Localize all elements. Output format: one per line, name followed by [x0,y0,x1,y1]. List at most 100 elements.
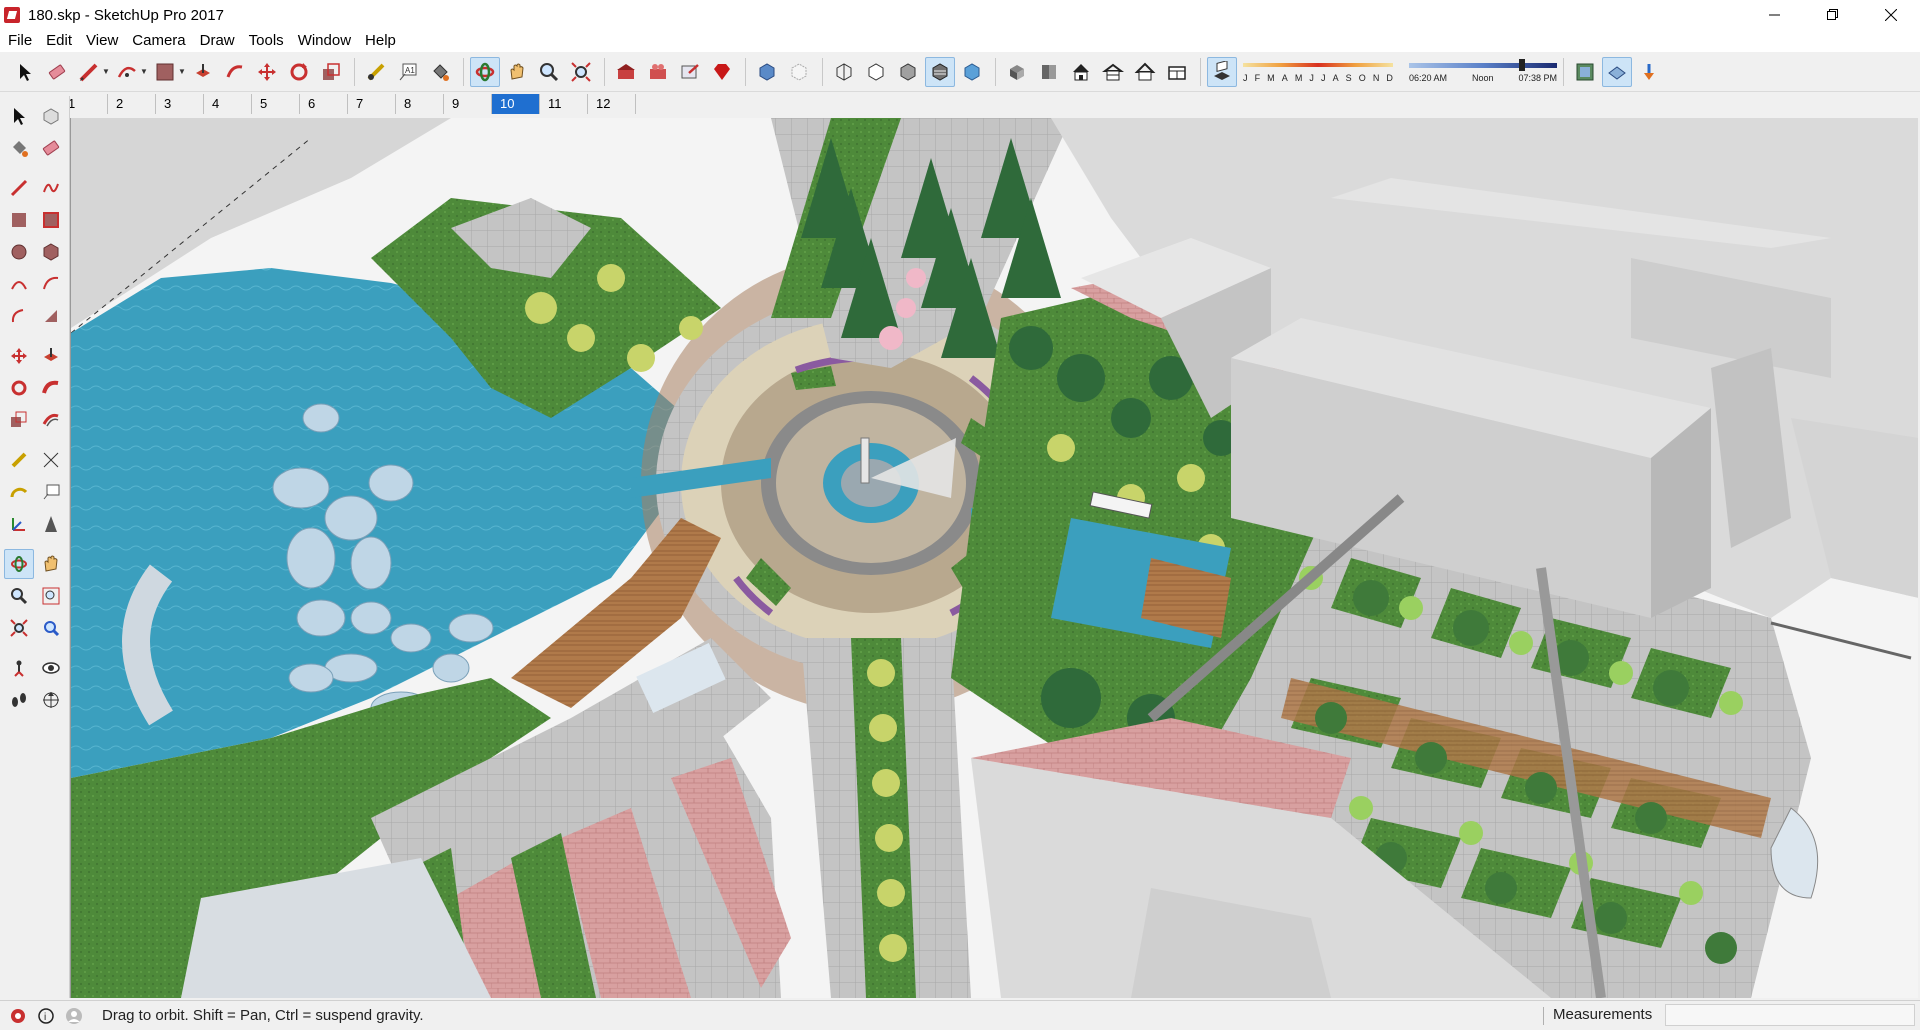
scale-tool-button[interactable] [316,57,346,87]
zoom-extents-tool-button[interactable] [4,613,34,643]
shadow-time-slider[interactable]: 06:20 AM Noon 07:38 PM [1409,57,1557,87]
close-button[interactable] [1862,0,1920,30]
front-view-button[interactable] [1066,57,1096,87]
extension-warehouse-button[interactable] [643,57,673,87]
pencil-tool-button[interactable] [74,57,104,87]
tape-tool-button[interactable] [361,57,391,87]
fog-button[interactable] [1602,56,1632,87]
pan-tool-button[interactable] [502,57,532,87]
monochrome-button[interactable] [957,57,987,87]
select-tool-button[interactable] [10,57,40,87]
zoom-extents-tool-button[interactable] [566,57,596,87]
ruby-console-button[interactable] [707,57,737,87]
orbit-tool-button[interactable] [470,56,500,87]
measurements-input[interactable] [1665,1004,1915,1026]
menu-camera[interactable]: Camera [126,30,193,52]
right-view-button[interactable] [1098,57,1128,87]
previous-view-button[interactable] [36,613,66,643]
followme-tool-button[interactable] [36,373,66,403]
wireframe-button[interactable] [829,57,859,87]
hidden-line-button[interactable] [861,57,891,87]
scene-tab[interactable]: 9 [444,94,492,114]
rotated-rectangle-tool-button[interactable] [36,205,66,235]
shaded-button[interactable] [893,57,923,87]
offset-tool-button[interactable] [36,405,66,435]
geo-location-status-icon[interactable] [8,1006,28,1026]
move-tool-button[interactable] [252,57,282,87]
scene-tab[interactable]: 3 [156,94,204,114]
model-viewport[interactable] [70,118,1918,998]
section-plane-button[interactable] [36,685,66,715]
paint-tool-button[interactable] [425,57,455,87]
line-tool-button[interactable] [4,173,34,203]
restore-button[interactable] [1804,0,1862,30]
time-slider-thumb[interactable] [1519,58,1525,71]
scene-tab[interactable]: 7 [348,94,396,114]
pushpull-tool-button[interactable] [36,341,66,371]
scale-tool-button[interactable] [4,405,34,435]
move-tool-button[interactable] [4,341,34,371]
zoom-tool-button[interactable] [534,57,564,87]
back-edges-button[interactable] [784,57,814,87]
scene-tab[interactable]: 11 [540,94,588,114]
eraser-tool-button[interactable] [42,57,72,87]
left-view-button[interactable] [1162,57,1192,87]
top-view-button[interactable] [1034,57,1064,87]
shadow-month-slider[interactable]: J F M A M J J A S O N D [1243,57,1393,87]
axes-tool-button[interactable] [4,509,34,539]
warehouse-button[interactable] [611,57,641,87]
iso-view-button[interactable] [1002,57,1032,87]
pushpull-tool-button[interactable] [188,57,218,87]
orbit-tool-button[interactable] [4,549,34,579]
menu-file[interactable]: File [2,30,40,52]
eraser-tool-button[interactable] [36,133,66,163]
paint-tool-button[interactable] [4,133,34,163]
menu-edit[interactable]: Edit [40,30,80,52]
scene-tab[interactable]: 2 [108,94,156,114]
select-tool-button[interactable] [4,101,34,131]
shape-dropdown-arrow-icon[interactable]: ▼ [178,67,186,76]
text-tool-button[interactable]: A1 [393,57,423,87]
text-tool-button[interactable] [36,477,66,507]
shaded-textures-button[interactable] [925,56,955,87]
menu-window[interactable]: Window [292,30,359,52]
menu-view[interactable]: View [80,30,126,52]
3point-arc-tool-button[interactable] [4,301,34,331]
2point-arc-tool-button[interactable] [36,269,66,299]
walk-button[interactable] [4,685,34,715]
arc-dropdown-arrow-icon[interactable]: ▼ [140,67,148,76]
scene-tab[interactable]: 12 [588,94,636,114]
scene-tab[interactable]: 5 [252,94,300,114]
freehand-tool-button[interactable] [36,173,66,203]
scene-tab[interactable]: 6 [300,94,348,114]
zoom-window-tool-button[interactable] [36,581,66,611]
menu-help[interactable]: Help [359,30,404,52]
make-component-button[interactable] [36,101,66,131]
polygon-tool-button[interactable] [36,237,66,267]
circle-tool-button[interactable] [4,237,34,267]
zoom-tool-button[interactable] [4,581,34,611]
share-model-button[interactable] [675,57,705,87]
3d-text-tool-button[interactable] [36,509,66,539]
geolocation-button[interactable] [1570,57,1600,87]
xray-button[interactable] [752,57,782,87]
dimension-tool-button[interactable] [36,445,66,475]
scene-tab[interactable]: 4 [204,94,252,114]
protractor-tool-button[interactable] [4,477,34,507]
menu-draw[interactable]: Draw [194,30,243,52]
look-around-button[interactable] [36,653,66,683]
user-account-icon[interactable] [64,1006,84,1026]
back-view-button[interactable] [1130,57,1160,87]
menu-tools[interactable]: Tools [243,30,292,52]
minimize-button[interactable] [1746,0,1804,30]
credits-info-icon[interactable]: i [36,1006,56,1026]
rectangle-tool-button[interactable] [4,205,34,235]
pan-tool-button[interactable] [36,549,66,579]
tape-tool-button[interactable] [4,445,34,475]
scene-tab[interactable]: 8 [396,94,444,114]
rectangle-tool-button[interactable] [150,57,180,87]
shadows-toggle-button[interactable] [1207,56,1237,87]
pencil-dropdown-arrow-icon[interactable]: ▼ [102,67,110,76]
rotate-tool-button[interactable] [4,373,34,403]
rotate-tool-button[interactable] [284,57,314,87]
